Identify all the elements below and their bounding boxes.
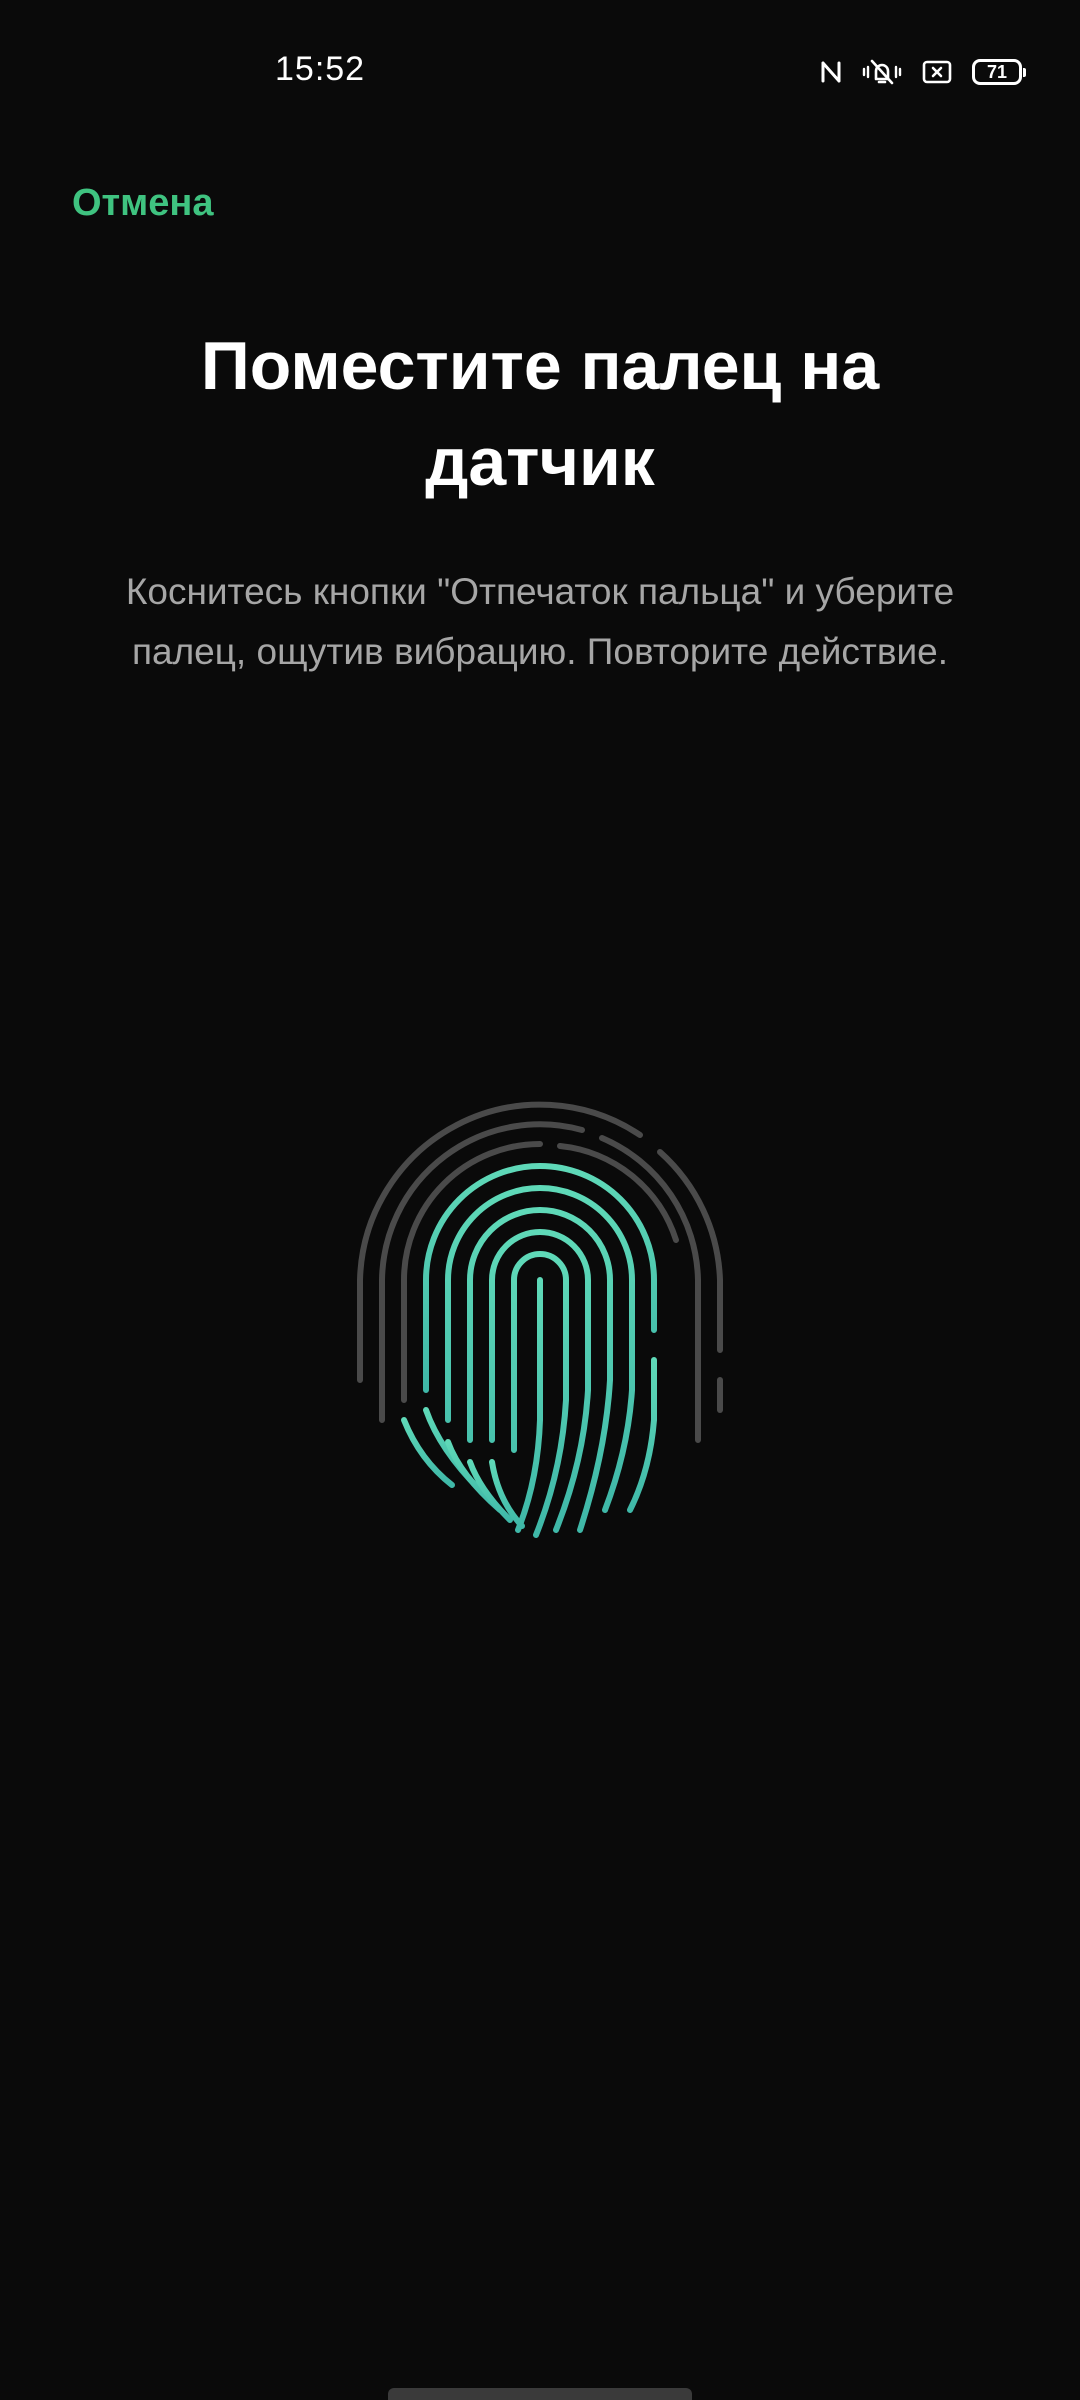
- fingerprint-icon: [340, 1090, 740, 1550]
- vibrate-mute-icon: [862, 57, 902, 87]
- status-time: 15:52: [275, 50, 366, 88]
- battery-icon: 71: [972, 59, 1026, 85]
- home-indicator[interactable]: [388, 2388, 692, 2400]
- status-icons: 71: [820, 52, 1026, 92]
- battery-level: 71: [986, 62, 1008, 82]
- nfc-icon: [820, 59, 842, 85]
- cancel-button[interactable]: Отмена: [72, 182, 214, 225]
- instruction-text: Коснитесь кнопки "Отпечаток пальца" и уб…: [125, 571, 955, 672]
- page-title: Поместите палец на датчик: [200, 328, 880, 500]
- status-bar: 15:52 71: [0, 0, 1080, 140]
- screen-record-icon: [922, 59, 952, 85]
